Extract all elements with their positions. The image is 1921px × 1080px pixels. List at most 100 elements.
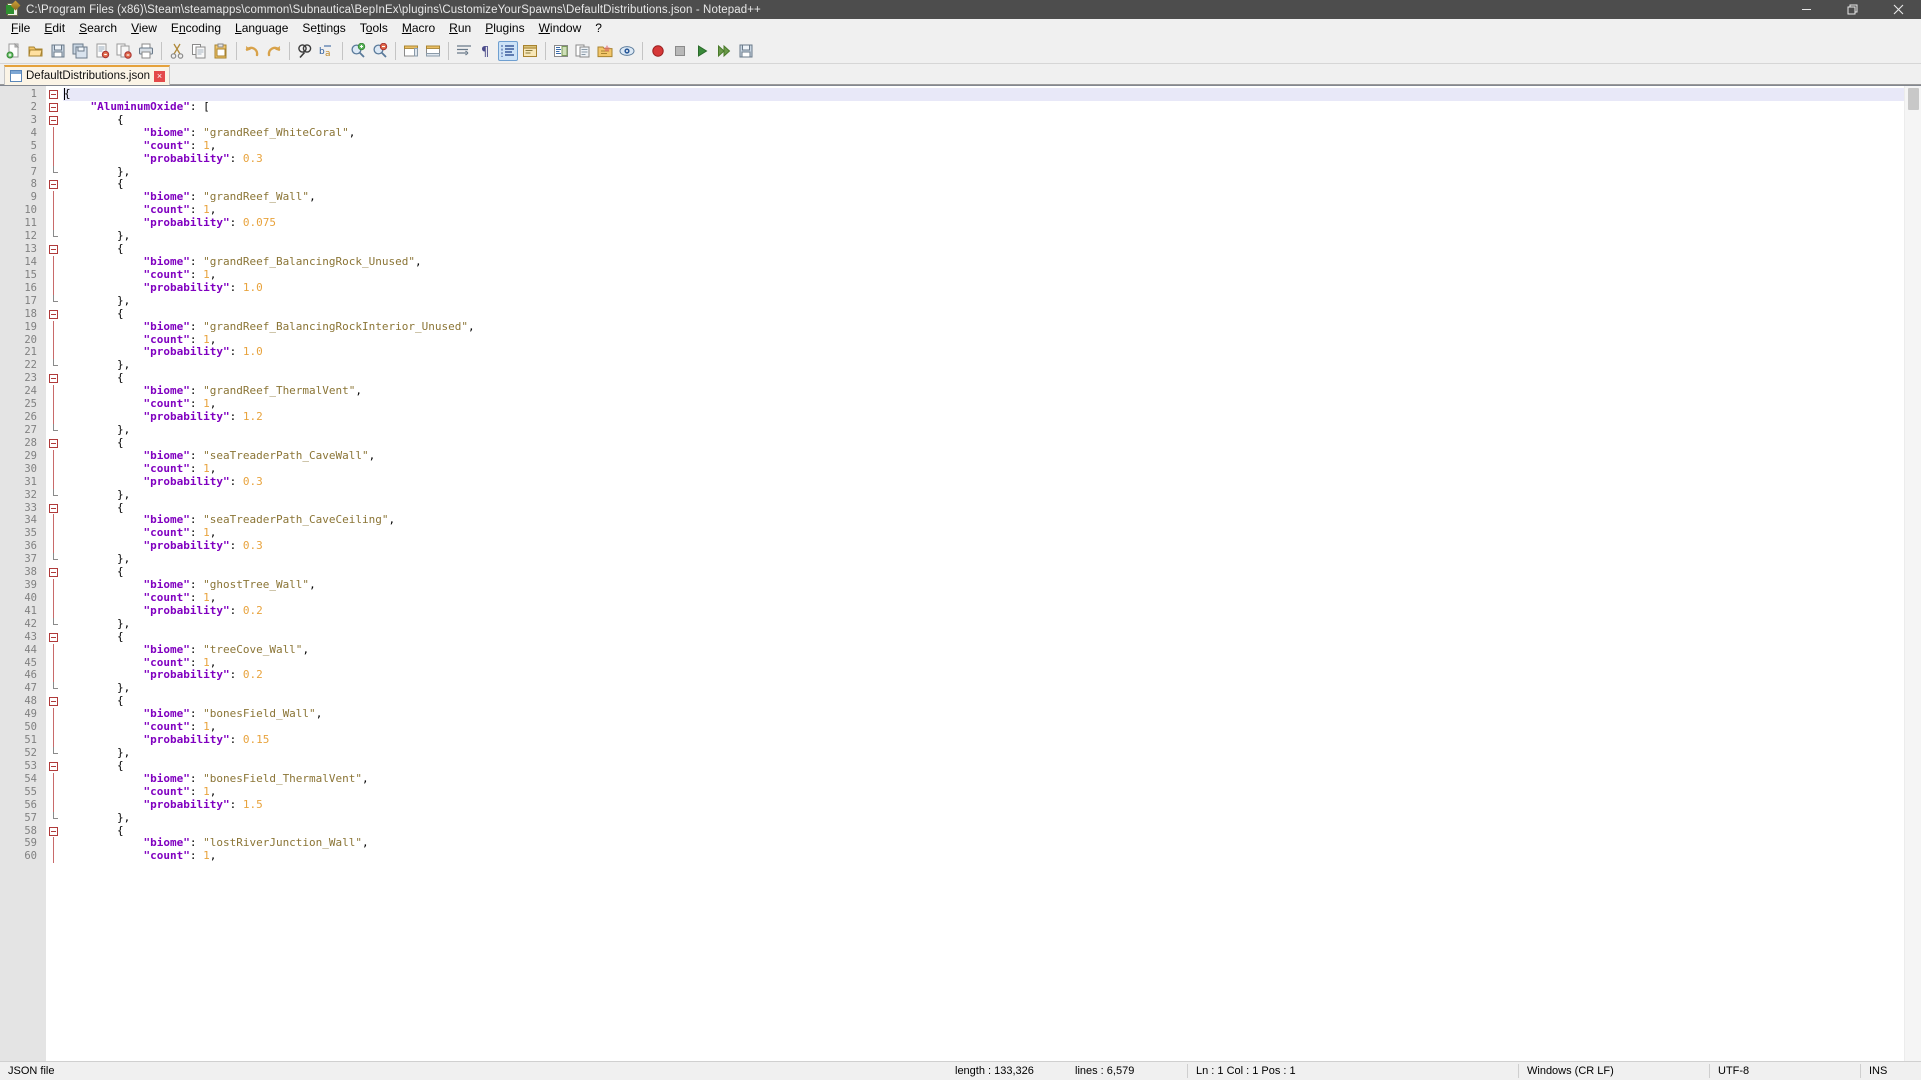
menu-settings[interactable]: Settings (295, 19, 352, 38)
code-line[interactable]: "biome": "bonesField_ThermalVent", (63, 772, 1921, 786)
fold-marker[interactable] (46, 243, 63, 256)
code-line[interactable]: }, (63, 423, 1921, 437)
fold-marker[interactable] (46, 114, 63, 127)
code-line[interactable]: }, (63, 746, 1921, 760)
code-line[interactable]: "count": 1, (63, 333, 1921, 347)
tab-close-icon[interactable]: × (154, 70, 166, 82)
close-all-icon[interactable] (114, 41, 134, 61)
record-macro-icon[interactable] (648, 41, 668, 61)
play-macro-icon[interactable] (692, 41, 712, 61)
vertical-scrollbar[interactable] (1904, 86, 1921, 1061)
undo-icon[interactable] (242, 41, 262, 61)
menu-plugins[interactable]: Plugins (478, 19, 531, 38)
code-line[interactable]: "probability": 0.3 (63, 152, 1921, 166)
code-line[interactable]: "probability": 1.0 (63, 281, 1921, 295)
code-line[interactable]: "count": 1, (63, 397, 1921, 411)
menu-search[interactable]: Search (72, 19, 124, 38)
code-line[interactable]: "biome": "seaTreaderPath_CaveCeiling", (63, 513, 1921, 527)
fold-marker[interactable] (46, 88, 63, 101)
code-line[interactable]: "count": 1, (63, 720, 1921, 734)
fold-collapse-icon[interactable] (49, 632, 58, 642)
code-line[interactable]: "biome": "lostRiverJunction_Wall", (63, 837, 1921, 850)
code-line[interactable]: "biome": "ghostTree_Wall", (63, 578, 1921, 592)
fold-marker[interactable] (46, 631, 63, 644)
code-line[interactable]: "biome": "grandReef_Wall", (63, 190, 1921, 204)
code-line[interactable]: "probability": 1.5 (63, 798, 1921, 812)
fold-marker[interactable] (46, 566, 63, 579)
copy-icon[interactable] (189, 41, 209, 61)
code-line[interactable]: "count": 1, (63, 462, 1921, 476)
code-line[interactable]: "count": 1, (63, 656, 1921, 670)
folder-as-workspace-icon[interactable] (595, 41, 615, 61)
menu-macro[interactable]: Macro (395, 19, 442, 38)
save-icon[interactable] (48, 41, 68, 61)
code-line[interactable]: "count": 1, (63, 849, 1921, 863)
code-line[interactable]: "probability": 1.2 (63, 410, 1921, 424)
menu-language[interactable]: Language (228, 19, 295, 38)
code-line[interactable]: "count": 1, (63, 203, 1921, 217)
minimize-button[interactable] (1783, 0, 1829, 19)
code-line[interactable]: { (63, 87, 1921, 101)
function-list-icon[interactable] (573, 41, 593, 61)
code-line[interactable]: }, (63, 229, 1921, 243)
code-line[interactable]: "probability": 0.15 (63, 733, 1921, 747)
code-line[interactable]: "probability": 0.2 (63, 604, 1921, 618)
code-line[interactable]: "biome": "bonesField_Wall", (63, 707, 1921, 721)
status-insert-mode[interactable]: INS (1861, 1062, 1921, 1080)
word-wrap-icon[interactable] (454, 41, 474, 61)
fold-marker[interactable] (46, 760, 63, 773)
replace-icon[interactable]: ba (317, 41, 337, 61)
maximize-restore-button[interactable] (1829, 0, 1875, 19)
vertical-scrollbar-thumb[interactable] (1908, 88, 1919, 110)
code-line[interactable]: { (63, 630, 1921, 644)
code-line[interactable]: }, (63, 552, 1921, 566)
editor-area[interactable]: 1 2 3 4 5 6 7 8 9 10 11 12 13 14 15 16 17 18 19 20 21 22 23 24 2… (0, 85, 1921, 1061)
menu-run[interactable]: Run (442, 19, 478, 38)
code-line[interactable]: "count": 1, (63, 139, 1921, 153)
code-line[interactable]: "probability": 0.3 (63, 475, 1921, 489)
status-eol-format[interactable]: Windows (CR LF) (1519, 1062, 1709, 1080)
redo-icon[interactable] (264, 41, 284, 61)
save-macro-icon[interactable] (736, 41, 756, 61)
cut-icon[interactable] (167, 41, 187, 61)
fold-collapse-icon[interactable] (49, 102, 58, 112)
fold-collapse-icon[interactable] (49, 438, 58, 448)
paste-icon[interactable] (211, 41, 231, 61)
code-line[interactable]: "biome": "grandReef_WhiteCoral", (63, 126, 1921, 140)
fold-collapse-icon[interactable] (49, 309, 58, 319)
code-line[interactable]: }, (63, 294, 1921, 308)
code-line[interactable]: }, (63, 617, 1921, 631)
monitoring-icon[interactable] (617, 41, 637, 61)
fold-marker[interactable] (46, 308, 63, 321)
fold-marker[interactable] (46, 178, 63, 191)
code-line[interactable]: "probability": 0.2 (63, 669, 1921, 682)
code-line[interactable]: "probability": 0.3 (63, 539, 1921, 553)
find-icon[interactable] (295, 41, 315, 61)
code-line[interactable]: }, (63, 681, 1921, 695)
code-line[interactable]: "count": 1, (63, 526, 1921, 540)
status-encoding[interactable]: UTF-8 (1710, 1062, 1860, 1080)
fold-marker[interactable] (46, 437, 63, 450)
code-line[interactable]: "biome": "grandReef_BalancingRock_Unused… (63, 255, 1921, 269)
menu-window[interactable]: Window (532, 19, 589, 38)
fold-collapse-icon[interactable] (49, 697, 58, 707)
run-macro-multiple-icon[interactable] (714, 41, 734, 61)
fold-marker[interactable] (46, 101, 63, 114)
menu-tools[interactable]: Tools (353, 19, 395, 38)
fold-collapse-icon[interactable] (49, 761, 58, 771)
code-line[interactable]: }, (63, 811, 1921, 825)
new-file-icon[interactable] (4, 41, 24, 61)
fold-collapse-icon[interactable] (49, 180, 58, 190)
fold-marker[interactable] (46, 372, 63, 385)
code-line[interactable]: "biome": "grandReef_BalancingRockInterio… (63, 320, 1921, 334)
fold-collapse-icon[interactable] (49, 503, 58, 513)
fold-marker[interactable] (46, 825, 63, 838)
fold-collapse-icon[interactable] (49, 374, 58, 384)
tab-default-distributions-json[interactable]: DefaultDistributions.json × (4, 65, 171, 85)
code-line[interactable]: "count": 1, (63, 268, 1921, 282)
code-line[interactable]: { (63, 565, 1921, 579)
fold-collapse-icon[interactable] (49, 826, 58, 836)
code-text-area[interactable]: { "AluminumOxide": [ { "biome": "grandRe… (63, 86, 1921, 1061)
close-file-icon[interactable] (92, 41, 112, 61)
zoom-in-icon[interactable] (348, 41, 368, 61)
